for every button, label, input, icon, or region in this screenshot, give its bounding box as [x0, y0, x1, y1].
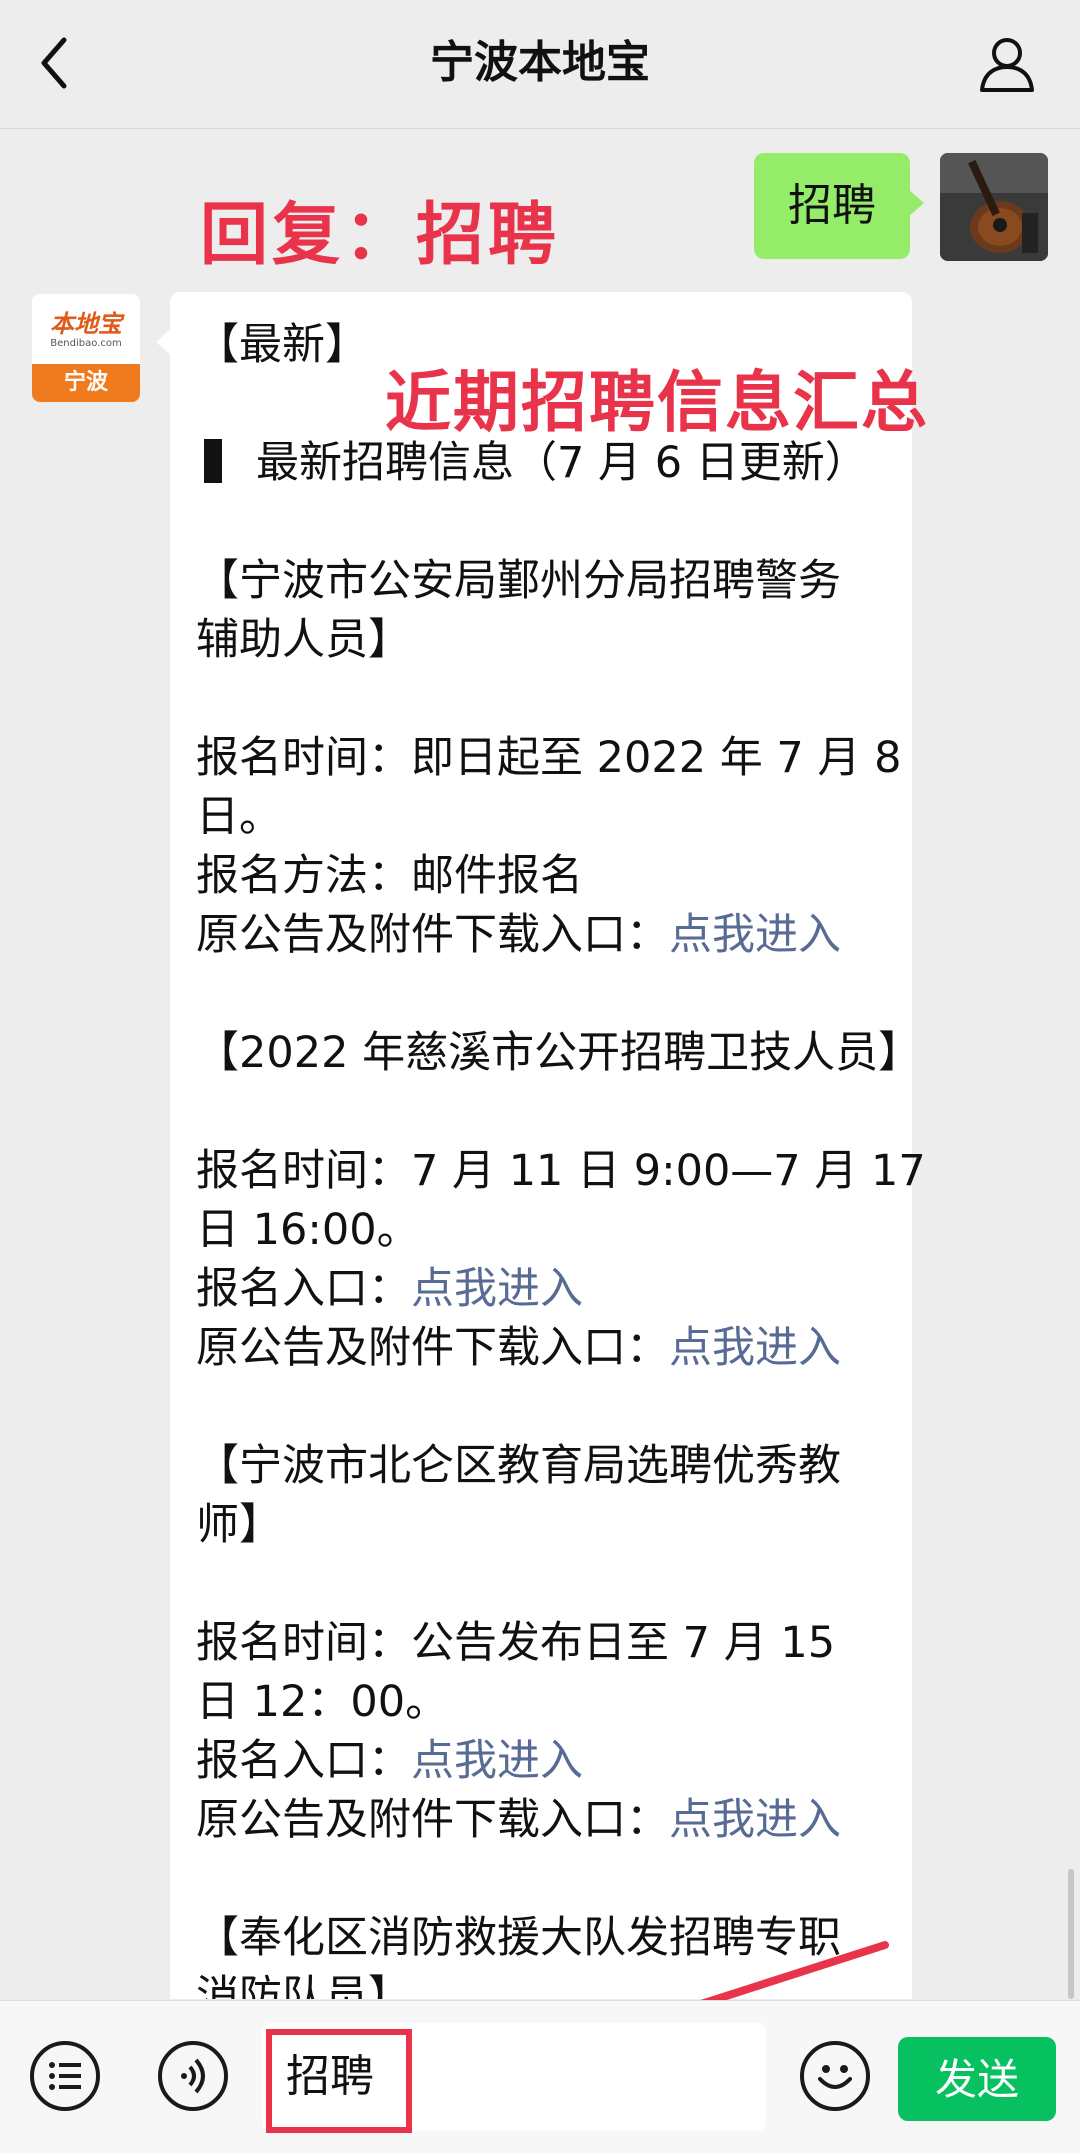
my-avatar[interactable]: [940, 153, 1048, 261]
message-line: 报名时间：公告发布日至 7 月 15: [196, 1614, 896, 1673]
line-text: 报名时间：即日起至 2022 年 7 月 8: [196, 733, 902, 783]
enter-link[interactable]: 点我进入: [669, 1323, 841, 1373]
guitar-avatar-image: [940, 153, 1048, 261]
message-line: 原公告及附件下载入口：点我进入: [196, 906, 896, 965]
enter-link[interactable]: 点我进入: [411, 1736, 583, 1786]
chat-title: 宁波本地宝: [430, 37, 650, 88]
send-button[interactable]: 发送: [898, 2037, 1056, 2121]
line-text: 原公告及附件下载入口：: [196, 1323, 669, 1373]
line-text: 日 12：00。: [196, 1677, 449, 1727]
message-line: 日 12：00。: [196, 1673, 896, 1732]
received-message-bubble[interactable]: 【最新】最新招聘信息（7 月 6 日更新） 【宁波市公安局鄞州分局招聘警务 辅助人员…: [156, 292, 926, 1999]
sent-message-bubble[interactable]: 招聘: [754, 153, 924, 259]
avatar-domain-text: Bendibao.com: [50, 338, 122, 349]
message-line: 报名入口：点我进入: [196, 1732, 896, 1791]
message-line: 报名时间：即日起至 2022 年 7 月 8: [196, 729, 902, 788]
section-marker-icon: [204, 439, 222, 483]
line-text: 【宁波市公安局鄞州分局招聘警务: [196, 556, 841, 606]
line-text: 日。: [196, 792, 282, 842]
message-line: 报名方法：邮件报名: [196, 847, 896, 906]
message-line: 【宁波市北仑区教育局选聘优秀教: [196, 1437, 896, 1496]
line-text: 师】: [196, 1500, 282, 1550]
reply-annotation: 回复：招聘: [200, 196, 561, 275]
line-text: 报名入口：: [196, 1264, 411, 1314]
chat-area[interactable]: 回复：招聘 招聘 本地宝 Bendibao.com 宁波 【最新】最新招聘信息（…: [0, 129, 1080, 1999]
line-text: 日 16:00。: [196, 1205, 420, 1255]
avatar-brand-logo: 本地宝: [50, 309, 122, 338]
message-line: 辅助人员】: [196, 611, 896, 670]
line-text: 原公告及附件下载入口：: [196, 1795, 669, 1845]
message-line: 【2022 年慈溪市公开招聘卫技人员】: [196, 1024, 921, 1083]
line-text: 报名时间：公告发布日至 7 月 15: [196, 1618, 836, 1668]
message-line: 原公告及附件下载入口：点我进入: [196, 1319, 896, 1378]
top-bar: 宁波本地宝: [0, 0, 1080, 129]
enter-link[interactable]: 点我进入: [669, 910, 841, 960]
line-text: 报名方法：邮件报名: [196, 851, 583, 901]
user-icon[interactable]: [978, 34, 1036, 92]
line-text: 【最新】: [196, 320, 368, 370]
message-line: 原公告及附件下载入口：点我进入: [196, 1791, 896, 1850]
line-text: 报名时间：7 月 11 日 9:00—7 月 17: [196, 1146, 926, 1196]
message-line: 师】: [196, 1496, 896, 1555]
enter-link[interactable]: 点我进入: [411, 1264, 583, 1314]
avatar-logo-area: 本地宝 Bendibao.com: [32, 294, 140, 364]
message-line: 【宁波市公安局鄞州分局招聘警务: [196, 552, 896, 611]
line-text: 报名入口：: [196, 1736, 411, 1786]
line-text: 最新招聘信息（7 月 6 日更新）: [256, 438, 868, 488]
summary-annotation: 近期招聘信息汇总: [385, 364, 929, 441]
official-account-avatar[interactable]: 本地宝 Bendibao.com 宁波: [32, 294, 140, 402]
menu-list-icon[interactable]: [30, 2041, 100, 2111]
line-text: 【2022 年慈溪市公开招聘卫技人员】: [196, 1028, 922, 1078]
message-line: 报名入口：点我进入: [196, 1260, 896, 1319]
line-text: 原公告及附件下载入口：: [196, 910, 669, 960]
line-text: 消防队员】: [196, 1972, 411, 1999]
input-highlight-box: [266, 2029, 412, 2133]
message-line: 日 16:00。: [196, 1201, 896, 1260]
avatar-city-label: 宁波: [32, 364, 140, 402]
message-text: 【最新】最新招聘信息（7 月 6 日更新） 【宁波市公安局鄞州分局招聘警务 辅助人员…: [196, 316, 926, 1999]
message-line: 报名时间：7 月 11 日 9:00—7 月 17: [196, 1142, 926, 1201]
scrollbar[interactable]: [1068, 1869, 1074, 1999]
voice-icon[interactable]: [158, 2041, 228, 2111]
emoji-icon[interactable]: [800, 2041, 870, 2111]
line-text: 【宁波市北仑区教育局选聘优秀教: [196, 1441, 841, 1491]
message-line: 日。: [196, 788, 896, 847]
input-bar: 招聘 发送: [0, 2000, 1080, 2153]
line-text: 辅助人员】: [196, 615, 411, 665]
enter-link[interactable]: 点我进入: [669, 1795, 841, 1845]
